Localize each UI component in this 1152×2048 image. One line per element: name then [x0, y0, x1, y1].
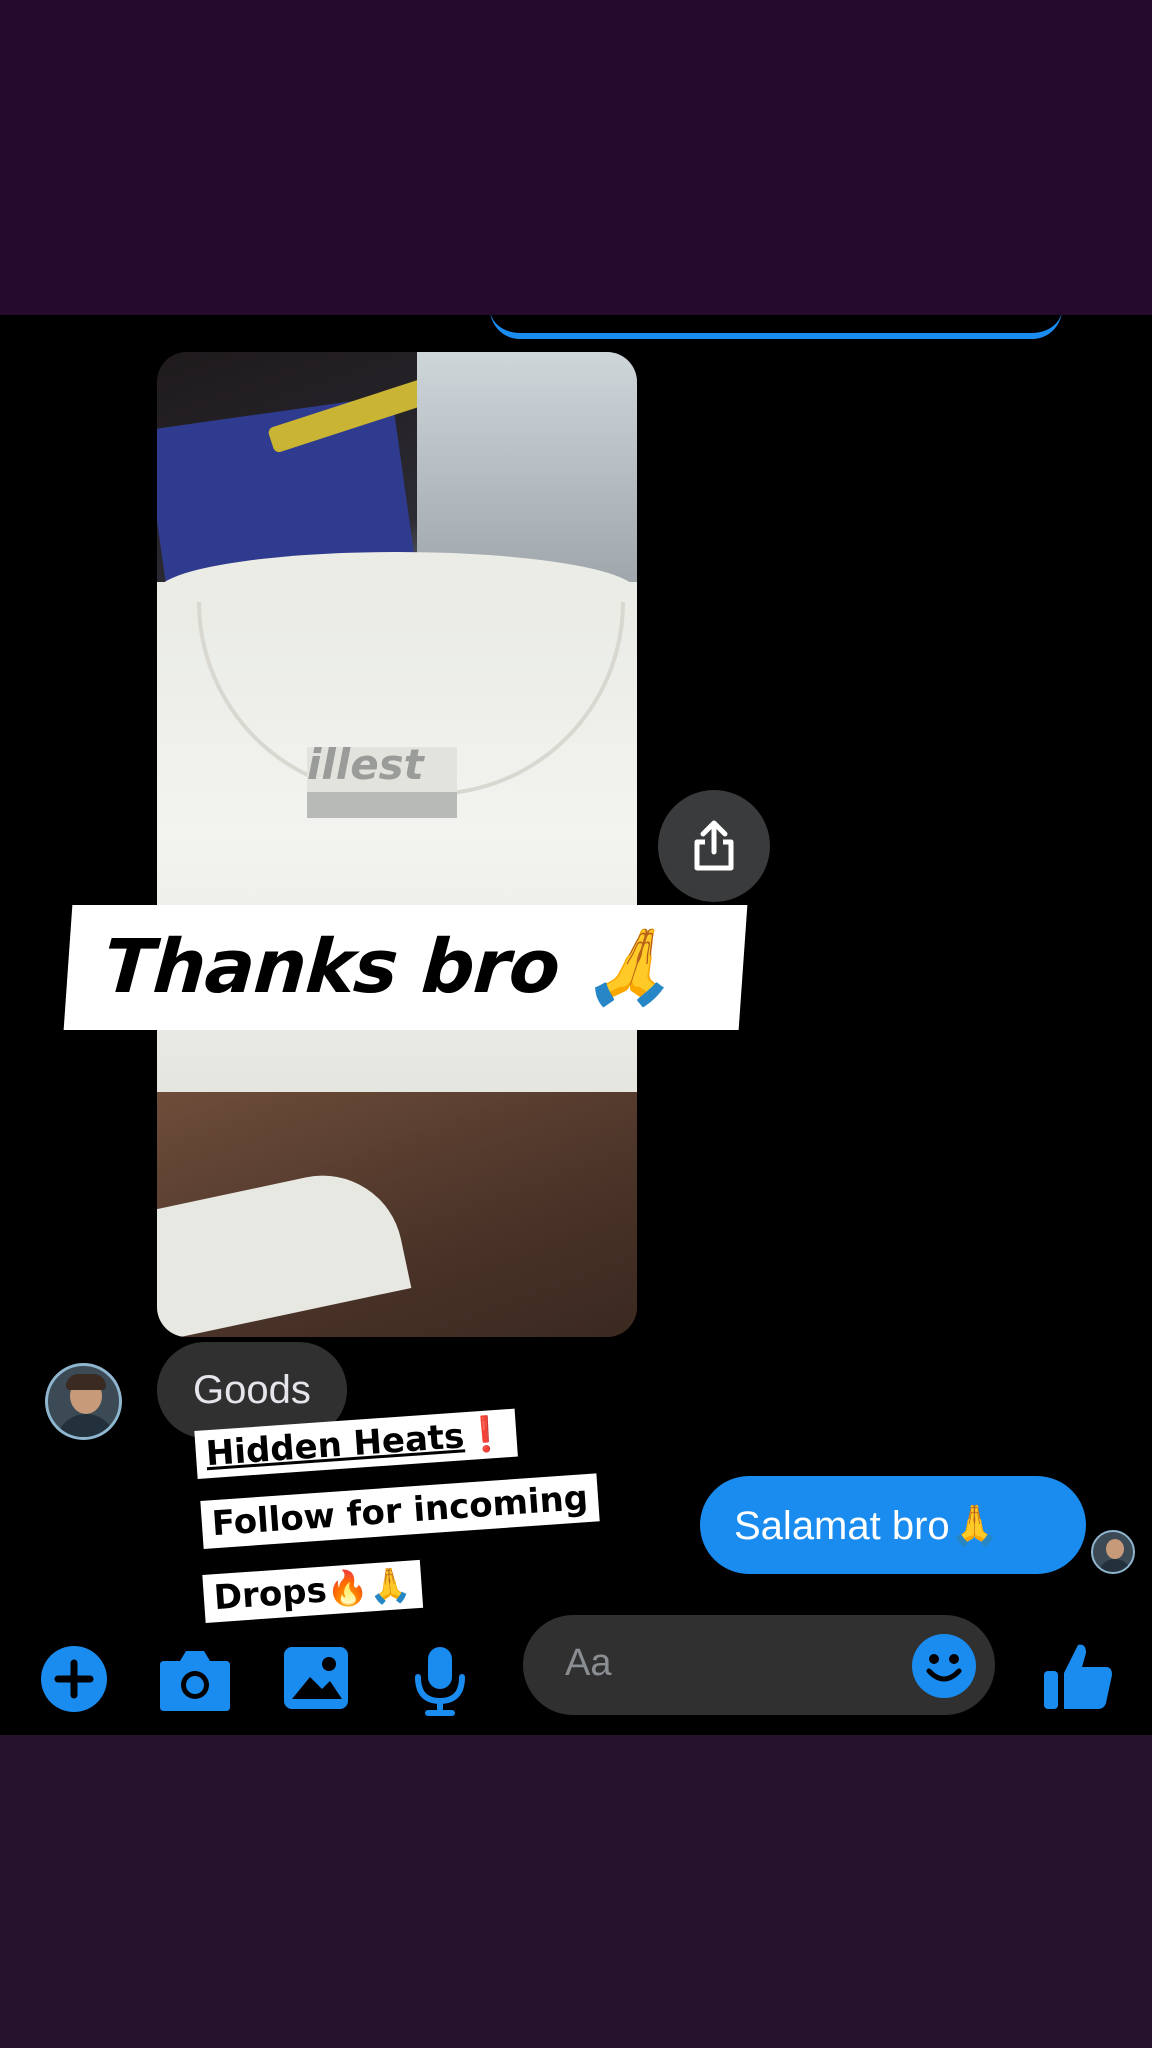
- previous-sent-bubble-edge: [490, 315, 1062, 339]
- messenger-chat-screenshot: illest Thanks bro 🙏 Goods Salamat bro🙏 H…: [0, 315, 1152, 1735]
- thumbs-up-icon: [1044, 1644, 1112, 1709]
- sent-message-text: Salamat bro🙏: [734, 1503, 1000, 1548]
- like-button[interactable]: [1042, 1639, 1114, 1711]
- message-input[interactable]: Aa: [523, 1615, 995, 1715]
- sticker-caption-text: Thanks bro 🙏: [101, 924, 679, 1010]
- message-composer: Aa: [0, 1615, 1152, 1725]
- microphone-icon: [415, 1647, 465, 1716]
- promo-line-2-text: Follow for incoming: [210, 1478, 590, 1545]
- shirt-tag-text: illest: [307, 740, 424, 789]
- promo-line-3-text: Drops🔥🙏: [212, 1564, 413, 1619]
- gallery-button[interactable]: [282, 1645, 350, 1711]
- received-message-text: Goods: [193, 1367, 311, 1412]
- plus-circle-icon: [41, 1646, 107, 1712]
- bottom-frame-band: [0, 1735, 1152, 2048]
- emoji-icon: [912, 1634, 976, 1698]
- share-button[interactable]: [658, 790, 770, 902]
- camera-button[interactable]: [158, 1645, 232, 1713]
- promo-line-drops: Drops🔥🙏: [202, 1559, 423, 1623]
- own-avatar: [1091, 1530, 1135, 1574]
- shared-photo-attachment[interactable]: illest: [157, 352, 637, 1337]
- contact-avatar[interactable]: [45, 1363, 122, 1440]
- message-input-placeholder: Aa: [565, 1642, 612, 1684]
- emoji-button[interactable]: [911, 1633, 977, 1704]
- share-icon: [694, 820, 734, 871]
- camera-icon: [160, 1651, 230, 1711]
- sent-message-bubble[interactable]: Salamat bro🙏: [700, 1476, 1086, 1574]
- microphone-button[interactable]: [412, 1645, 468, 1717]
- exclamation-icon: ❗: [462, 1413, 508, 1457]
- plus-button[interactable]: [40, 1645, 108, 1713]
- promo-line-follow: Follow for incoming: [200, 1473, 600, 1549]
- gallery-icon: [284, 1647, 348, 1709]
- sticker-caption: Thanks bro 🙏: [63, 905, 748, 1030]
- top-frame-band: [0, 0, 1152, 315]
